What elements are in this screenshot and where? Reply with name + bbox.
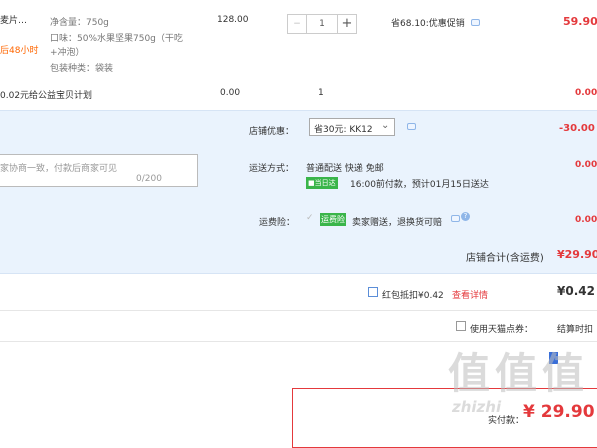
watermark-logo: 值 bbox=[542, 349, 584, 398]
promo-text: 省68.10:优惠促销 bbox=[391, 19, 465, 29]
charity-price: 0.00 bbox=[220, 88, 241, 98]
divider bbox=[0, 310, 597, 311]
spec-pack: 包装种类：袋装 bbox=[50, 64, 114, 74]
insurance-text: 卖家赠送，退换货可赔 bbox=[352, 218, 443, 228]
watermark-logo: 值 bbox=[448, 349, 490, 398]
item-subtotal: 59.90 bbox=[563, 15, 597, 28]
comment-bubble-icon[interactable] bbox=[471, 19, 480, 26]
item-title[interactable]: 麦片… bbox=[0, 13, 27, 26]
shop-discount-select[interactable]: 省30元: KK12 ⌄ bbox=[309, 118, 395, 136]
redpacket-checkbox[interactable] bbox=[368, 287, 378, 297]
redpacket-amount: ¥0.42 bbox=[557, 284, 595, 298]
unit-price: 128.00 bbox=[217, 15, 249, 25]
buyer-message-placeholder: 家协商一致，付款后商家可见 bbox=[0, 164, 118, 174]
shop-discount-select-value: 省30元: KK12 bbox=[314, 125, 373, 135]
comment-bubble-icon[interactable] bbox=[407, 123, 416, 130]
buyer-message-input[interactable]: 家协商一致，付款后商家可见 0/200 bbox=[0, 154, 198, 187]
delivery-promise: 后48小时 bbox=[0, 46, 39, 56]
chevron-down-icon: ⌄ bbox=[381, 120, 390, 131]
buyer-message-counter: 0/200 bbox=[136, 174, 162, 184]
shop-discount-amount: -30.00 bbox=[559, 123, 595, 134]
shipping-eta: 16:00前付款，预计01月15日送达 bbox=[350, 180, 489, 190]
shipping-amount: 0.00 bbox=[575, 160, 597, 170]
charity-amount: 0.00 bbox=[575, 88, 597, 98]
charity-label[interactable]: 0.02元给公益宝贝计划 bbox=[0, 88, 92, 101]
shipping-method: 普通配送 快递 免邮 bbox=[306, 164, 384, 174]
spec-weight: 净含量：750g bbox=[50, 18, 109, 28]
shop-total-label: 店铺合计(含运费) bbox=[466, 253, 544, 264]
checkmark-icon: ✓ bbox=[306, 213, 314, 223]
points-label: 使用天猫点券： bbox=[470, 325, 534, 335]
same-day-badge: ■当日达 bbox=[306, 177, 338, 189]
points-checkbox[interactable] bbox=[456, 321, 466, 331]
charity-qty: 1 bbox=[318, 88, 324, 98]
shipping-label: 运送方式： bbox=[249, 164, 295, 174]
shop-discount-label: 店铺优惠： bbox=[249, 127, 295, 137]
comment-bubble-icon[interactable] bbox=[451, 215, 460, 222]
points-tail: 结算时扣 bbox=[557, 325, 594, 335]
watermark-domain: zhizhi bbox=[452, 398, 502, 416]
redpacket-label: 红包抵扣¥0.42 bbox=[382, 291, 444, 301]
help-icon[interactable]: ? bbox=[461, 212, 470, 221]
quantity-minus-button[interactable]: − bbox=[287, 14, 307, 34]
redpacket-detail-link[interactable]: 查看详情 bbox=[452, 288, 488, 301]
shop-total-amount: ¥29.90 bbox=[557, 248, 597, 261]
quantity-input[interactable]: 1 bbox=[307, 14, 337, 34]
spec-flavor: 口味：50%水果坚果750g（干吃 bbox=[50, 34, 183, 44]
quantity-plus-button[interactable]: + bbox=[337, 14, 357, 34]
insurance-label: 运费险： bbox=[259, 218, 296, 228]
watermark-logo: 值 bbox=[495, 349, 537, 398]
insurance-badge: 运费险 bbox=[320, 213, 346, 226]
insurance-amount: 0.00 bbox=[575, 215, 597, 225]
pay-amount: ¥ 29.90 bbox=[523, 402, 595, 422]
spec-flavor-cont: +冲泡） bbox=[50, 48, 85, 58]
